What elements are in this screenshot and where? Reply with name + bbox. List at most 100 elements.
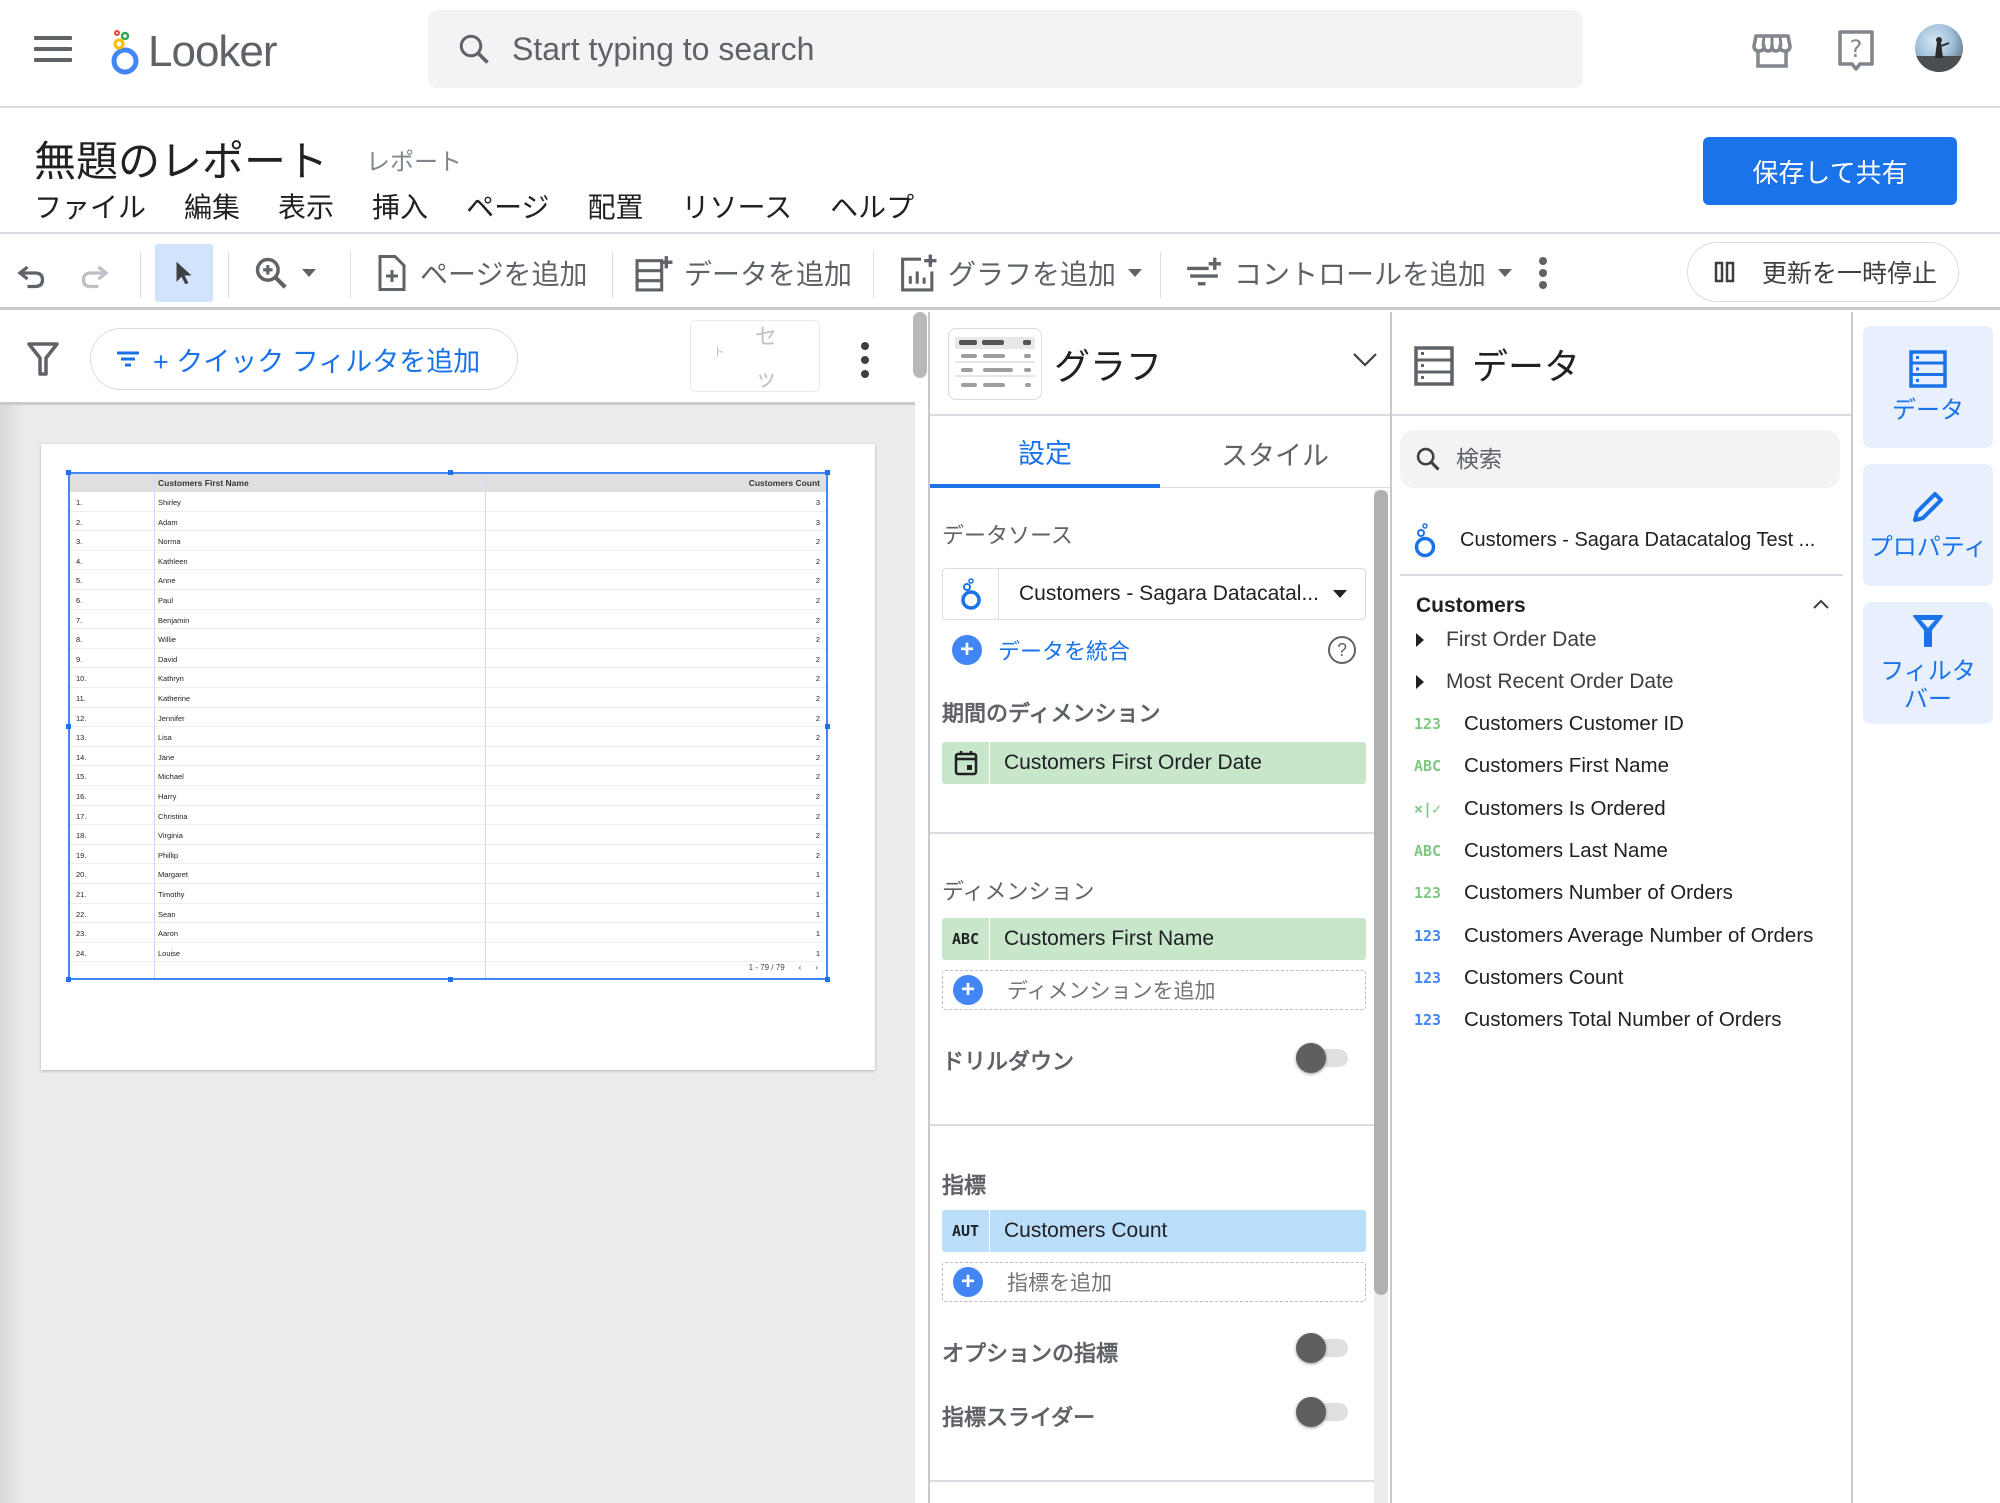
dimension-chip[interactable]: ABC Customers First Name — [942, 918, 1366, 960]
add-circle-icon[interactable]: + — [952, 635, 982, 665]
date-group-first-order[interactable]: First Order Date — [1416, 622, 1597, 658]
zoom-button[interactable] — [252, 246, 316, 300]
table-row[interactable]: 23. Aaron 1 — [70, 923, 826, 943]
chevron-down-icon[interactable] — [1352, 352, 1378, 368]
avatar[interactable] — [1915, 24, 1963, 72]
filter-icon[interactable] — [26, 340, 60, 383]
dimension-field-item[interactable]: ABC Customers Last Name — [1414, 833, 1668, 869]
table-row[interactable]: 24. Louise 1 — [70, 943, 826, 963]
report-page[interactable]: Customers First Name Customers Count 1. S… — [41, 444, 875, 1070]
field-group-customers[interactable]: Customers — [1416, 586, 1836, 626]
table-row[interactable]: 17. Christina 2 — [70, 806, 826, 826]
add-data-button[interactable]: データを追加 — [634, 246, 852, 300]
report-title[interactable]: 無題のレポート — [34, 128, 328, 189]
resize-handle[interactable] — [66, 724, 71, 729]
add-quick-filter-button[interactable]: + クイック フィルタを追加 — [90, 328, 518, 390]
next-page-icon[interactable]: › — [815, 963, 818, 972]
table-row[interactable]: 15. Michael 2 — [70, 766, 826, 786]
resize-handle[interactable] — [66, 977, 71, 982]
column-header-first-name[interactable]: Customers First Name — [158, 478, 249, 488]
resize-handle[interactable] — [825, 724, 830, 729]
resize-handle[interactable] — [825, 470, 830, 475]
optional-metrics-toggle[interactable] — [1296, 1332, 1352, 1364]
help-circle-icon[interactable]: ? — [1328, 636, 1356, 664]
table-row[interactable]: 14. Jane 2 — [70, 747, 826, 767]
search-input[interactable] — [512, 30, 1412, 68]
table-row[interactable]: 16. Harry 2 — [70, 786, 826, 806]
menu-view[interactable]: 表示 — [278, 186, 334, 226]
reset-button[interactable]: セ ト ッ — [690, 320, 820, 392]
rail-filter-bar-button[interactable]: フィルタバー — [1863, 602, 1993, 724]
chart-type-picker[interactable] — [948, 328, 1042, 400]
resize-handle[interactable] — [66, 470, 71, 475]
table-row[interactable]: 10. Kathryn 2 — [70, 668, 826, 688]
menu-help[interactable]: ヘルプ — [830, 186, 914, 226]
dimension-field-item[interactable]: ×|✓ Customers Is Ordered — [1414, 791, 1666, 827]
looker-logo[interactable]: Looker — [108, 22, 278, 82]
rail-data-button[interactable]: データ — [1863, 326, 1993, 448]
menu-arrange[interactable]: 配置 — [588, 186, 644, 226]
menu-icon[interactable] — [34, 36, 72, 66]
tab-setup[interactable]: 設定 — [930, 418, 1160, 488]
data-source-row[interactable]: Customers - Sagara Datacatalog Test ... — [1412, 518, 1832, 562]
table-row[interactable]: 21. Timothy 1 — [70, 884, 826, 904]
table-chart[interactable]: Customers First Name Customers Count 1. S… — [66, 470, 830, 982]
pause-updates-button[interactable]: 更新を一時停止 — [1687, 242, 1959, 302]
prev-page-icon[interactable]: ‹ — [799, 963, 802, 972]
table-row[interactable]: 3. Norma 2 — [70, 531, 826, 551]
save-and-share-button[interactable]: 保存して共有 — [1703, 137, 1957, 205]
menu-file[interactable]: ファイル — [34, 186, 146, 226]
metric-slider-toggle[interactable] — [1296, 1396, 1352, 1428]
add-dimension-button[interactable]: + ディメンションを追加 — [942, 970, 1366, 1010]
date-dimension-chip[interactable]: Customers First Order Date — [942, 742, 1366, 784]
table-row[interactable]: 13. Lisa 2 — [70, 727, 826, 747]
table-row[interactable]: 8. Willie 2 — [70, 629, 826, 649]
add-chart-button[interactable]: グラフを追加 — [898, 246, 1143, 300]
drilldown-toggle[interactable] — [1296, 1042, 1352, 1074]
metric-field-item[interactable]: 123 Customers Count — [1414, 960, 1624, 996]
table-row[interactable]: 4. Kathleen 2 — [70, 551, 826, 571]
tab-style[interactable]: スタイル — [1160, 418, 1390, 488]
resize-handle[interactable] — [825, 977, 830, 982]
canvas-more-options-icon[interactable] — [858, 340, 872, 380]
table-row[interactable]: 20. Margaret 1 — [70, 864, 826, 884]
dimension-field-item[interactable]: 123 Customers Customer ID — [1414, 706, 1684, 742]
table-row[interactable]: 18. Virginia 2 — [70, 825, 826, 845]
redo-button[interactable] — [76, 246, 112, 300]
canvas-scrollbar[interactable] — [913, 312, 927, 378]
table-row[interactable]: 1. Shirley 3 — [70, 492, 826, 512]
data-source-select[interactable]: Customers - Sagara Datacatal... — [942, 568, 1366, 620]
add-page-button[interactable]: ページを追加 — [374, 246, 587, 300]
table-row[interactable]: 12. Jennifer 2 — [70, 708, 826, 728]
panel-scrollbar[interactable] — [1374, 490, 1388, 1295]
field-search-input[interactable] — [1456, 445, 1816, 473]
menu-resource[interactable]: リソース — [682, 186, 793, 226]
column-header-count[interactable]: Customers Count — [749, 478, 820, 488]
menu-edit[interactable]: 編集 — [184, 186, 240, 226]
table-row[interactable]: 9. David 2 — [70, 649, 826, 669]
resize-handle[interactable] — [448, 470, 453, 475]
marketplace-icon[interactable] — [1748, 26, 1796, 74]
blend-data-link[interactable]: データを統合 — [998, 634, 1130, 666]
menu-insert[interactable]: 挿入 — [372, 186, 428, 226]
undo-button[interactable] — [14, 246, 50, 300]
table-row[interactable]: 11. Katherine 2 — [70, 688, 826, 708]
help-icon[interactable]: ? — [1832, 26, 1880, 74]
table-row[interactable]: 19. Phillip 2 — [70, 845, 826, 865]
menu-page[interactable]: ページ — [466, 186, 549, 226]
date-group-most-recent-order[interactable]: Most Recent Order Date — [1416, 664, 1674, 700]
metric-field-item[interactable]: 123 Customers Total Number of Orders — [1414, 1002, 1781, 1038]
field-search[interactable] — [1400, 430, 1840, 488]
table-row[interactable]: 6. Paul 2 — [70, 590, 826, 610]
add-metric-button[interactable]: + 指標を追加 — [942, 1262, 1366, 1302]
metric-field-item[interactable]: 123 Customers Average Number of Orders — [1414, 918, 1813, 954]
select-tool-button[interactable] — [155, 244, 213, 302]
resize-handle[interactable] — [448, 977, 453, 982]
table-row[interactable]: 22. Sean 1 — [70, 904, 826, 924]
rail-properties-button[interactable]: プロパティ — [1863, 464, 1993, 586]
metric-chip[interactable]: AUT Customers Count — [942, 1210, 1366, 1252]
table-row[interactable]: 7. Benjamin 2 — [70, 610, 826, 630]
table-row[interactable]: 5. Anne 2 — [70, 570, 826, 590]
more-options-button[interactable] — [1536, 246, 1550, 300]
dimension-field-item[interactable]: ABC Customers First Name — [1414, 748, 1669, 784]
